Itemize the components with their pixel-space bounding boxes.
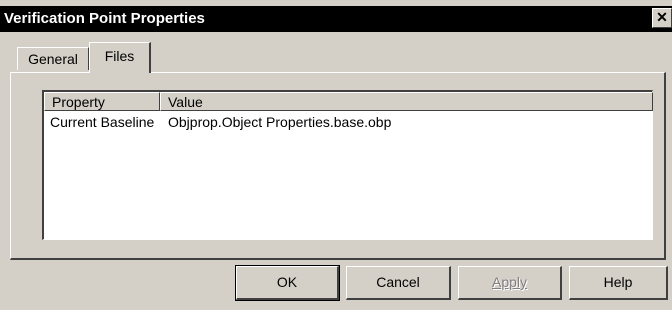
title-bar: Verification Point Properties ✕ — [0, 6, 672, 32]
help-button[interactable]: Help — [569, 266, 668, 300]
apply-button[interactable]: Apply — [458, 266, 562, 300]
list-header: Property Value — [44, 92, 653, 111]
close-button[interactable]: ✕ — [652, 8, 672, 28]
dialog-window: Verification Point Properties ✕ General … — [0, 0, 672, 310]
column-header-property-label: Property — [52, 94, 105, 110]
properties-list[interactable]: Property Value Current Baseline Objprop.… — [42, 90, 653, 240]
column-header-value-label: Value — [168, 94, 203, 110]
tab-general-label: General — [28, 51, 78, 67]
tab-files-label: Files — [104, 48, 135, 64]
window-title: Verification Point Properties — [4, 10, 205, 27]
column-header-property[interactable]: Property — [44, 92, 160, 111]
tab-general[interactable]: General — [17, 47, 89, 70]
cell-property: Current Baseline — [50, 114, 155, 130]
cell-value: Objprop.Object Properties.base.obp — [168, 114, 392, 130]
ok-button[interactable]: OK — [235, 265, 340, 301]
list-row[interactable]: Current Baseline Objprop.Object Properti… — [44, 113, 652, 131]
column-header-value[interactable]: Value — [160, 92, 653, 111]
close-icon: ✕ — [656, 9, 668, 25]
tab-files[interactable]: Files — [89, 42, 151, 73]
cancel-button[interactable]: Cancel — [346, 266, 451, 300]
